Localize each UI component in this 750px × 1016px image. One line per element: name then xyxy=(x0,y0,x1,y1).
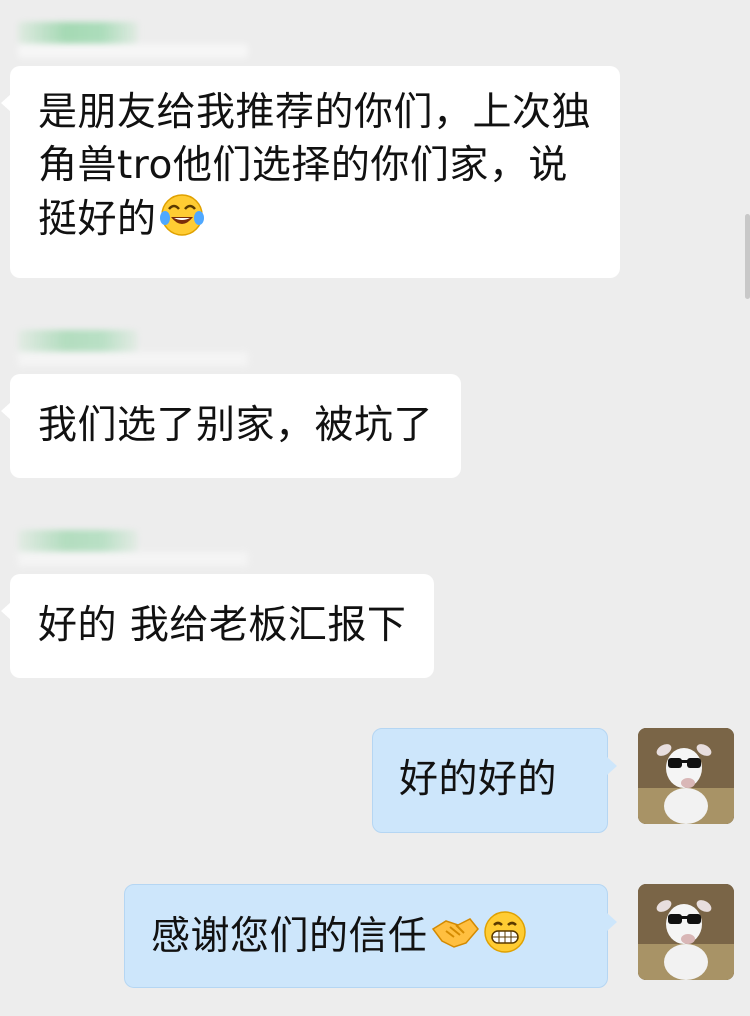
incoming-message-bubble[interactable]: 好的 我给老板汇报下 xyxy=(0,574,435,678)
grinning-emoji-icon xyxy=(482,909,528,969)
user-avatar[interactable] xyxy=(638,728,734,824)
incoming-message-bubble[interactable]: 是朋友给我推荐的你们，上次独角兽tro他们选择的你们家，说挺好的 xyxy=(1,66,620,278)
sender-name-blurred xyxy=(18,530,138,552)
message-text: 好的好的 xyxy=(399,757,558,802)
sender-name-blurred xyxy=(18,22,138,44)
incoming-message-bubble[interactable]: 我们选了别家，被坑了 xyxy=(0,374,462,478)
sender-name-blurred xyxy=(18,330,138,352)
message-text: 是朋友给我推荐的你们，上次独角兽tro他们选择的你们家，说挺好的 xyxy=(38,90,592,242)
goat-avatar-icon xyxy=(638,884,734,980)
outgoing-message-bubble[interactable]: 感谢您们的信任 xyxy=(124,884,617,988)
message-text: 我们选了别家，被坑了 xyxy=(38,403,434,448)
outgoing-message-bubble[interactable]: 好的好的 xyxy=(372,728,617,833)
handshake-emoji-icon xyxy=(430,911,480,969)
message-text: 感谢您们的信任 xyxy=(151,914,428,959)
scrollbar[interactable] xyxy=(745,214,750,299)
tears-of-joy-emoji-icon xyxy=(159,192,205,252)
goat-avatar-icon xyxy=(638,728,734,824)
user-avatar[interactable] xyxy=(638,884,734,980)
message-text: 好的 我给老板汇报下 xyxy=(38,603,407,648)
